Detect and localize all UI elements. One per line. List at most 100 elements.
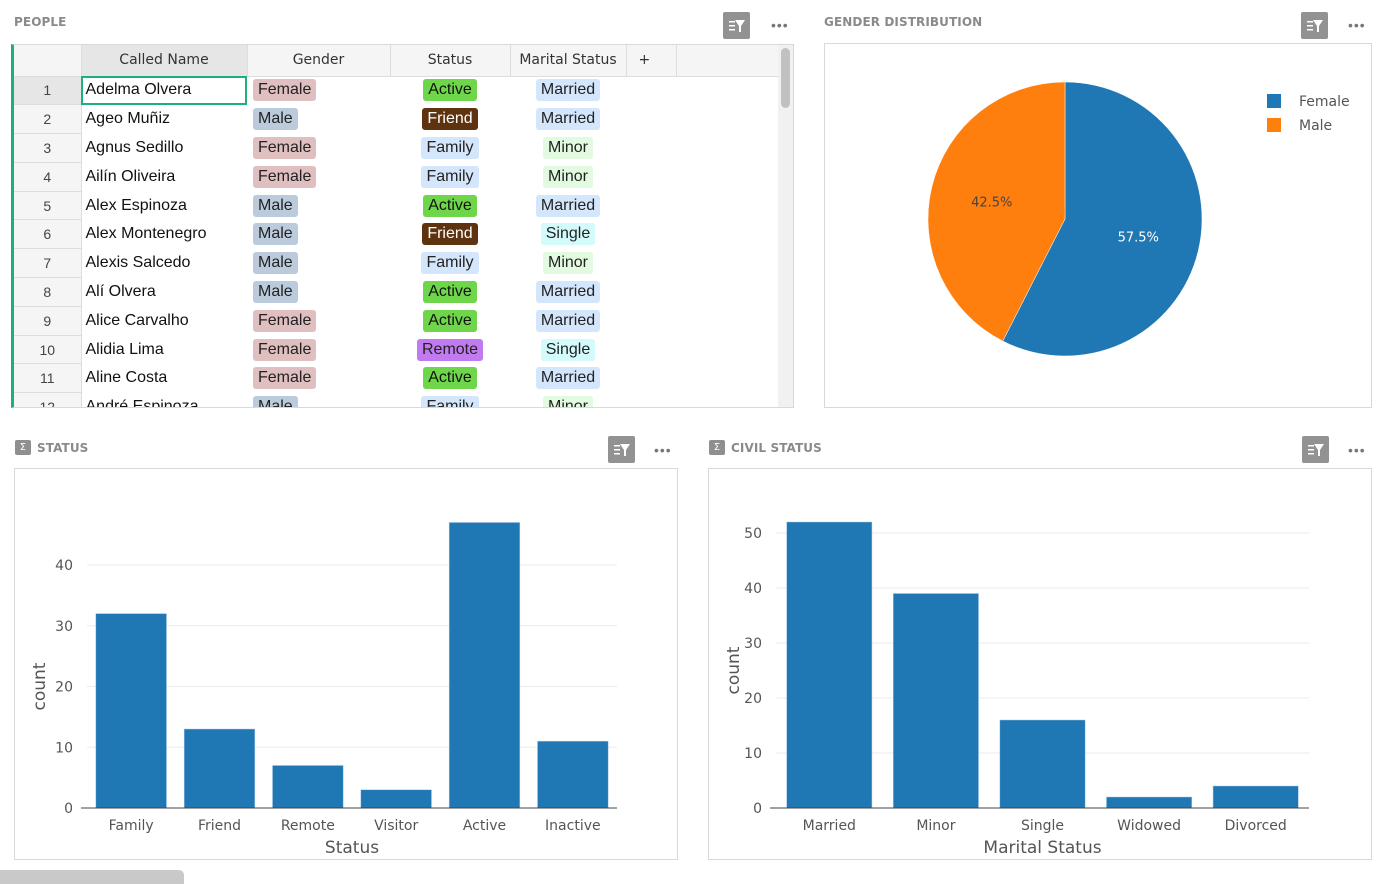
table-row[interactable]: 2 Ageo Muñiz Male Friend Married bbox=[14, 104, 778, 135]
cell-empty[interactable] bbox=[626, 248, 676, 279]
cell-gender[interactable]: Male bbox=[247, 392, 390, 407]
column-header-called-name[interactable]: Called Name bbox=[81, 45, 248, 77]
column-header-marital-status[interactable]: Marital Status bbox=[510, 45, 627, 77]
row-number[interactable]: 7 bbox=[14, 248, 82, 279]
cell-empty[interactable] bbox=[626, 277, 676, 307]
table-scrollbar[interactable] bbox=[778, 45, 793, 407]
cell-marital-status[interactable]: Single bbox=[510, 335, 626, 365]
cell-status[interactable]: Active bbox=[390, 76, 510, 106]
column-header-status[interactable]: Status bbox=[390, 45, 511, 77]
cell-gender[interactable]: Male bbox=[247, 277, 390, 307]
cell-called-name[interactable]: Alexis Salcedo bbox=[81, 248, 247, 279]
row-number[interactable]: 9 bbox=[14, 306, 82, 336]
cell-marital-status[interactable]: Married bbox=[510, 277, 626, 307]
cell-called-name[interactable]: Ageo Muñiz bbox=[81, 104, 247, 135]
cell-marital-status[interactable]: Minor bbox=[510, 162, 626, 192]
status-filter-button[interactable] bbox=[608, 436, 635, 463]
cell-marital-status[interactable]: Minor bbox=[510, 392, 626, 407]
cell-empty[interactable] bbox=[626, 363, 676, 394]
cell-marital-status[interactable]: Married bbox=[510, 104, 626, 135]
cell-status[interactable]: Friend bbox=[390, 104, 510, 135]
cell-marital-status[interactable]: Married bbox=[510, 306, 626, 336]
cell-status[interactable]: Active bbox=[390, 306, 510, 336]
cell-status[interactable]: Family bbox=[390, 133, 510, 163]
cell-called-name[interactable]: Alex Montenegro bbox=[81, 219, 247, 250]
cell-empty[interactable] bbox=[626, 392, 676, 407]
civil-more-button[interactable]: ••• bbox=[1348, 443, 1366, 457]
row-number[interactable]: 10 bbox=[14, 335, 82, 365]
row-number-header[interactable] bbox=[14, 45, 82, 77]
cell-marital-status[interactable]: Married bbox=[510, 191, 626, 221]
cell-gender[interactable]: Female bbox=[247, 363, 390, 394]
people-filter-button[interactable] bbox=[723, 12, 750, 39]
cell-gender[interactable]: Female bbox=[247, 76, 390, 106]
status-more-button[interactable]: ••• bbox=[654, 443, 672, 457]
table-row[interactable]: 1 Adelma Olvera Female Active Married bbox=[14, 76, 778, 106]
cell-empty[interactable] bbox=[626, 191, 676, 221]
cell-called-name[interactable]: Alidia Lima bbox=[81, 335, 247, 365]
row-number[interactable]: 12 bbox=[14, 392, 82, 407]
cell-marital-status[interactable]: Minor bbox=[510, 248, 626, 279]
cell-marital-status[interactable]: Minor bbox=[510, 133, 626, 163]
cell-status[interactable]: Active bbox=[390, 277, 510, 307]
row-number[interactable]: 3 bbox=[14, 133, 82, 163]
cell-marital-status[interactable]: Married bbox=[510, 363, 626, 394]
table-row[interactable]: 7 Alexis Salcedo Male Family Minor bbox=[14, 248, 778, 279]
cell-gender[interactable]: Female bbox=[247, 306, 390, 336]
gender-filter-button[interactable] bbox=[1301, 12, 1328, 39]
cell-called-name[interactable]: Agnus Sedillo bbox=[81, 133, 247, 163]
cell-empty[interactable] bbox=[626, 76, 676, 106]
row-number[interactable]: 6 bbox=[14, 219, 82, 250]
table-row[interactable]: 4 Ailín Oliveira Female Family Minor bbox=[14, 162, 778, 192]
table-row[interactable]: 10 Alidia Lima Female Remote Single bbox=[14, 335, 778, 365]
gender-more-button[interactable]: ••• bbox=[1348, 18, 1366, 32]
add-column-button[interactable]: + bbox=[626, 45, 677, 77]
cell-gender[interactable]: Female bbox=[247, 335, 390, 365]
cell-status[interactable]: Family bbox=[390, 248, 510, 279]
row-number[interactable]: 5 bbox=[14, 191, 82, 221]
cell-status[interactable]: Active bbox=[390, 191, 510, 221]
table-row[interactable]: 5 Alex Espinoza Male Active Married bbox=[14, 191, 778, 221]
cell-called-name[interactable]: André Espinoza bbox=[81, 392, 247, 407]
cell-called-name[interactable]: Alí Olvera bbox=[81, 277, 247, 307]
table-row[interactable]: 9 Alice Carvalho Female Active Married bbox=[14, 306, 778, 336]
cell-empty[interactable] bbox=[626, 133, 676, 163]
row-number[interactable]: 1 bbox=[14, 76, 82, 106]
cell-called-name[interactable]: Adelma Olvera bbox=[81, 76, 247, 106]
table-scrollbar-thumb[interactable] bbox=[781, 48, 790, 108]
column-header-gender[interactable]: Gender bbox=[247, 45, 391, 77]
cell-empty[interactable] bbox=[626, 306, 676, 336]
cell-called-name[interactable]: Aline Costa bbox=[81, 363, 247, 394]
row-number[interactable]: 11 bbox=[14, 363, 82, 394]
cell-status[interactable]: Friend bbox=[390, 219, 510, 250]
row-number[interactable]: 2 bbox=[14, 104, 82, 135]
cell-status[interactable]: Family bbox=[390, 392, 510, 407]
cell-called-name[interactable]: Alex Espinoza bbox=[81, 191, 247, 221]
cell-empty[interactable] bbox=[626, 335, 676, 365]
table-row[interactable]: 12 André Espinoza Male Family Minor bbox=[14, 392, 778, 407]
cell-marital-status[interactable]: Married bbox=[510, 76, 626, 106]
cell-empty[interactable] bbox=[626, 219, 676, 250]
cell-called-name[interactable]: Ailín Oliveira bbox=[81, 162, 247, 192]
cell-gender[interactable]: Male bbox=[247, 104, 390, 135]
cell-gender[interactable]: Male bbox=[247, 191, 390, 221]
cell-gender[interactable]: Female bbox=[247, 162, 390, 192]
row-number[interactable]: 8 bbox=[14, 277, 82, 307]
cell-called-name[interactable]: Alice Carvalho bbox=[81, 306, 247, 336]
column-header-empty[interactable] bbox=[676, 45, 779, 77]
civil-filter-button[interactable] bbox=[1302, 436, 1329, 463]
cell-status[interactable]: Family bbox=[390, 162, 510, 192]
row-number[interactable]: 4 bbox=[14, 162, 82, 192]
cell-status[interactable]: Remote bbox=[390, 335, 510, 365]
table-row[interactable]: 6 Alex Montenegro Male Friend Single bbox=[14, 219, 778, 250]
table-row[interactable]: 3 Agnus Sedillo Female Family Minor bbox=[14, 133, 778, 163]
cell-gender[interactable]: Male bbox=[247, 248, 390, 279]
cell-marital-status[interactable]: Single bbox=[510, 219, 626, 250]
cell-empty[interactable] bbox=[626, 162, 676, 192]
cell-gender[interactable]: Female bbox=[247, 133, 390, 163]
cell-empty[interactable] bbox=[626, 104, 676, 135]
table-row[interactable]: 11 Aline Costa Female Active Married bbox=[14, 363, 778, 394]
people-more-button[interactable]: ••• bbox=[771, 18, 789, 32]
cell-gender[interactable]: Male bbox=[247, 219, 390, 250]
table-row[interactable]: 8 Alí Olvera Male Active Married bbox=[14, 277, 778, 307]
